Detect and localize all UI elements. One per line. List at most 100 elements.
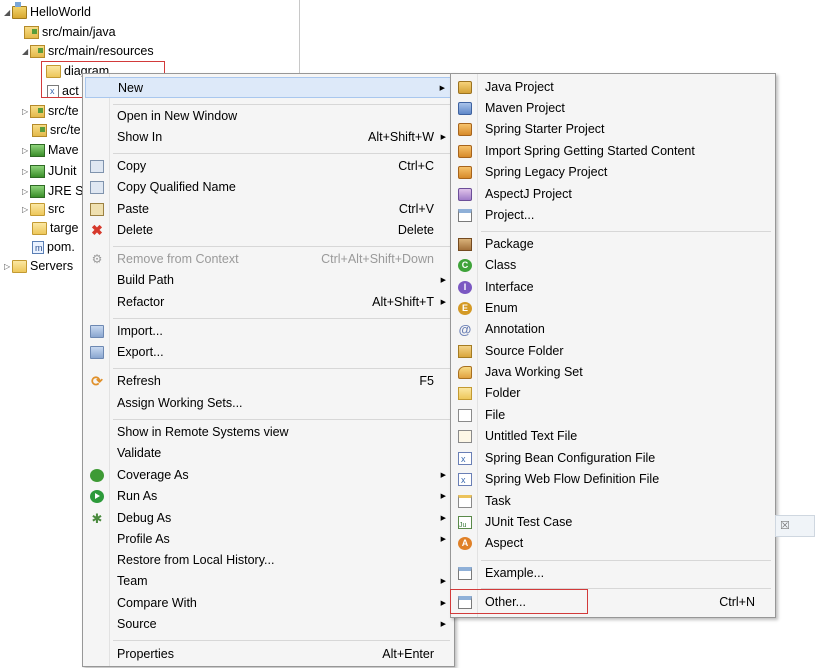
source-folder-icon — [30, 105, 45, 119]
submenu-item-class[interactable]: Class — [453, 255, 773, 276]
tree-item-src-test-1[interactable]: ▷ src/te — [22, 102, 79, 121]
tree-item-src-main-java[interactable]: src/main/java — [24, 23, 116, 42]
tree-item-jre[interactable]: ▷ JRE S — [22, 182, 83, 201]
menu-item-coverage-as[interactable]: Coverage As ▶ — [85, 465, 452, 486]
highlight-box-other — [450, 589, 588, 614]
tree-item-junit[interactable]: ▷ JUnit — [22, 162, 76, 181]
spring-import-icon — [458, 145, 472, 158]
submenu-arrow-icon: ▶ — [440, 536, 446, 543]
run-icon — [90, 490, 104, 503]
source-folder-icon — [30, 45, 45, 59]
submenu-item-interface[interactable]: Interface — [453, 277, 773, 298]
menu-item-export[interactable]: Export... — [85, 342, 452, 363]
submenu-item-spring-bean-config[interactable]: Spring Bean Configuration File — [453, 448, 773, 470]
submenu-item-task[interactable]: Task — [453, 491, 773, 512]
submenu-item-enum[interactable]: Enum — [453, 298, 773, 319]
menu-item-import[interactable]: Import... — [85, 321, 452, 342]
folder-icon — [458, 387, 472, 400]
submenu-item-source-folder[interactable]: Source Folder — [453, 341, 773, 362]
new-project-icon — [458, 209, 472, 222]
source-folder-icon — [458, 345, 472, 358]
submenu-item-annotation[interactable]: @ Annotation — [453, 319, 773, 340]
menu-item-assign-working-sets[interactable]: Assign Working Sets... — [85, 393, 452, 414]
collapsed-twisty-icon[interactable]: ▷ — [22, 182, 30, 201]
menu-item-profile-as[interactable]: Profile As ▶ — [85, 529, 452, 550]
submenu-item-aspectj-project[interactable]: AspectJ Project — [453, 184, 773, 205]
submenu-arrow-icon: ▶ — [440, 277, 446, 284]
export-icon — [90, 346, 104, 359]
menu-item-team[interactable]: Team ▶ — [85, 571, 452, 592]
submenu-item-spring-starter-project[interactable]: Spring Starter Project — [453, 119, 773, 140]
submenu-item-file[interactable]: File — [453, 405, 773, 426]
menu-item-new[interactable]: New ▶ — [85, 77, 452, 98]
web-flow-file-icon — [458, 470, 472, 491]
menu-item-refactor[interactable]: Refactor Alt+Shift+T ▶ — [85, 292, 452, 313]
tree-item-pom[interactable]: pom. — [32, 238, 75, 258]
submenu-item-spring-web-flow[interactable]: Spring Web Flow Definition File — [453, 469, 773, 491]
tree-item-src-main-resources[interactable]: ◢ src/main/resources — [22, 42, 154, 61]
expanded-twisty-icon[interactable]: ◢ — [22, 42, 30, 61]
submenu-arrow-icon: ▶ — [439, 85, 445, 92]
submenu-item-package[interactable]: Package — [453, 234, 773, 255]
view-tab-close-icon[interactable]: ☒ — [775, 515, 815, 537]
tree-item-src[interactable]: ▷ src — [22, 200, 65, 219]
menu-item-properties[interactable]: Properties Alt+Enter — [85, 644, 452, 665]
library-icon — [30, 185, 45, 199]
spring-bean-file-icon — [458, 449, 472, 470]
enum-icon — [458, 302, 472, 315]
collapsed-twisty-icon[interactable]: ▷ — [22, 102, 30, 121]
folder-icon — [30, 203, 45, 217]
coverage-icon — [90, 469, 104, 482]
library-icon — [30, 144, 45, 158]
tree-item-servers[interactable]: ▷ Servers — [4, 257, 73, 276]
submenu-item-aspect[interactable]: Aspect — [453, 533, 773, 554]
menu-item-show-in-remote-systems[interactable]: Show in Remote Systems view — [85, 422, 452, 443]
submenu-item-example[interactable]: Example... — [453, 563, 773, 584]
submenu-item-java-working-set[interactable]: Java Working Set — [453, 362, 773, 383]
menu-item-open-in-new-window[interactable]: Open in New Window — [85, 106, 452, 127]
tree-item-maven-deps[interactable]: ▷ Mave — [22, 141, 79, 160]
library-icon — [30, 165, 45, 179]
tree-item-target[interactable]: targe — [32, 219, 79, 238]
menu-item-remove-from-context[interactable]: ⚙ Remove from Context Ctrl+Alt+Shift+Down — [85, 249, 452, 270]
menu-item-compare-with[interactable]: Compare With ▶ — [85, 593, 452, 614]
menu-item-paste[interactable]: Paste Ctrl+V — [85, 199, 452, 220]
aspectj-project-icon — [458, 188, 472, 201]
menu-separator — [481, 231, 771, 232]
tree-item-src-test-2[interactable]: src/te — [32, 121, 81, 140]
collapsed-twisty-icon[interactable]: ▷ — [22, 162, 30, 181]
submenu-item-untitled-text-file[interactable]: Untitled Text File — [453, 426, 773, 447]
menu-item-delete[interactable]: ✖ Delete Delete — [85, 220, 452, 241]
submenu-item-import-spring-content[interactable]: Import Spring Getting Started Content — [453, 141, 773, 162]
collapsed-twisty-icon[interactable]: ▷ — [22, 141, 30, 160]
menu-item-debug-as[interactable]: ✱ Debug As ▶ — [85, 508, 452, 529]
submenu-item-spring-legacy-project[interactable]: Spring Legacy Project — [453, 162, 773, 183]
import-icon — [90, 325, 104, 338]
menu-separator — [113, 153, 450, 154]
submenu-arrow-icon: ▶ — [440, 299, 446, 306]
example-icon — [458, 567, 472, 580]
menu-separator — [113, 104, 450, 105]
submenu-item-folder[interactable]: Folder — [453, 383, 773, 404]
submenu-arrow-icon: ▶ — [440, 621, 446, 628]
annotation-icon: @ — [458, 322, 472, 337]
menu-item-refresh[interactable]: ⟳ Refresh F5 — [85, 371, 452, 392]
submenu-arrow-icon: ▶ — [440, 515, 446, 522]
collapsed-twisty-icon[interactable]: ▷ — [22, 200, 30, 219]
menu-item-copy-qualified-name[interactable]: Copy Qualified Name — [85, 177, 452, 198]
collapsed-twisty-icon[interactable]: ▷ — [4, 257, 12, 276]
submenu-item-maven-project[interactable]: Maven Project — [453, 98, 773, 119]
submenu-item-java-project[interactable]: Java Project — [453, 77, 773, 98]
menu-item-show-in[interactable]: Show In Alt+Shift+W ▶ — [85, 127, 452, 148]
tree-item-helloworld[interactable]: ◢ HelloWorld — [4, 2, 91, 22]
menu-item-copy[interactable]: Copy Ctrl+C — [85, 156, 452, 177]
submenu-arrow-icon: ▶ — [440, 600, 446, 607]
menu-item-build-path[interactable]: Build Path ▶ — [85, 270, 452, 291]
menu-item-restore-from-local-history[interactable]: Restore from Local History... — [85, 550, 452, 571]
menu-item-source[interactable]: Source ▶ — [85, 614, 452, 635]
submenu-item-junit-test-case[interactable]: JUnit Test Case — [453, 512, 773, 536]
menu-item-validate[interactable]: Validate — [85, 443, 452, 464]
submenu-item-project[interactable]: Project... — [453, 205, 773, 226]
menu-item-run-as[interactable]: Run As ▶ — [85, 486, 452, 507]
expanded-twisty-icon[interactable]: ◢ — [4, 3, 12, 22]
